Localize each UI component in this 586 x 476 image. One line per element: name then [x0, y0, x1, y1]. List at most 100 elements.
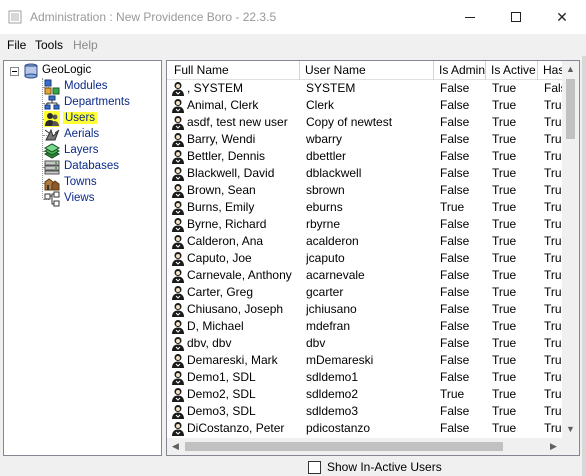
table-row[interactable]: Demo3, SDL sdldemo3 False True True: [167, 403, 562, 420]
table-row[interactable]: DiCostanzo, Peter pdicostanzo False True Tru…: [167, 420, 562, 437]
tree-item-users[interactable]: Users: [4, 111, 154, 127]
table-row[interactable]: , SYSTEM SYSTEM False True Fals: [167, 80, 562, 97]
cell-is-admin: False: [440, 217, 470, 231]
cell-has: True: [544, 319, 562, 333]
user-avatar-icon: [172, 354, 184, 368]
column-header-user-name[interactable]: User Name: [300, 61, 434, 80]
user-avatar-icon: [172, 201, 184, 215]
horizontal-scroll-thumb[interactable]: [185, 442, 503, 451]
user-avatar-icon: [172, 269, 184, 283]
cell-full-name: Demo3, SDL: [187, 404, 256, 418]
cell-has: True: [544, 115, 562, 129]
vertical-scroll-thumb[interactable]: [566, 79, 575, 139]
column-header-full-name[interactable]: Full Name: [169, 61, 300, 80]
cell-is-active: True: [492, 98, 517, 112]
cell-user-name: jcaputo: [306, 251, 345, 265]
collapse-toggle-icon[interactable]: [10, 67, 19, 76]
user-avatar-icon: [172, 252, 184, 266]
grid-header: Full Name User Name Is Admin Is Active H…: [167, 61, 578, 80]
menu-file[interactable]: File: [7, 38, 26, 52]
scroll-right-icon[interactable]: ▶: [545, 438, 562, 455]
cell-is-admin: True: [440, 387, 465, 401]
table-row[interactable]: asdf, test new user Copy of newtest False T…: [167, 114, 562, 131]
scroll-up-icon[interactable]: ▲: [562, 61, 579, 78]
tree-item-aerials[interactable]: Aerials: [4, 127, 154, 143]
table-row[interactable]: Carter, Greg gcarter False True True: [167, 284, 562, 301]
minimize-button[interactable]: [447, 0, 493, 34]
cell-is-active: True: [492, 353, 517, 367]
user-avatar-icon: [172, 82, 184, 96]
maximize-button[interactable]: [493, 0, 539, 34]
table-row[interactable]: Demareski, Mark mDemareski False True True: [167, 352, 562, 369]
title-bar: Administration : New Providence Boro - 2…: [0, 0, 586, 34]
grid-rows: , SYSTEM SYSTEM False True Fals Animal, Clerk…: [167, 80, 562, 437]
user-avatar-icon: [172, 99, 184, 113]
cell-full-name: Bettler, Dennis: [187, 149, 266, 163]
scroll-down-icon[interactable]: ▼: [562, 421, 579, 438]
table-row[interactable]: Animal, Clerk Clerk False True True: [167, 97, 562, 114]
horizontal-scrollbar[interactable]: ◀ ▶: [167, 438, 562, 455]
tree-item-modules[interactable]: Modules: [4, 79, 154, 95]
tree-item-layers[interactable]: Layers: [4, 143, 154, 159]
tree-item-label: Users: [63, 112, 98, 124]
cell-user-name: mdefran: [306, 319, 351, 333]
table-row[interactable]: Brown, Sean sbrown False True True: [167, 182, 562, 199]
table-row[interactable]: Caputo, Joe jcaputo False True True: [167, 250, 562, 267]
table-row[interactable]: Calderon, Ana acalderon False True True: [167, 233, 562, 250]
user-avatar-icon: [172, 405, 184, 419]
tree-item-label: Layers: [64, 144, 99, 156]
modules-icon: [44, 79, 60, 95]
table-row[interactable]: dbv, dbv dbv False True True: [167, 335, 562, 352]
cell-user-name: eburns: [306, 200, 343, 214]
menu-help[interactable]: Help: [73, 38, 98, 52]
table-row[interactable]: Bettler, Dennis dbettler False True True: [167, 148, 562, 165]
table-row[interactable]: Chiusano, Joseph jchiusano False True True: [167, 301, 562, 318]
cell-is-active: True: [492, 387, 517, 401]
cell-user-name: pdicostanzo: [306, 421, 371, 435]
cell-is-admin: False: [440, 166, 470, 180]
cell-is-admin: False: [440, 421, 470, 435]
tree-item-towns[interactable]: Towns: [4, 175, 154, 191]
tree-item-departments[interactable]: Departments: [4, 95, 154, 111]
column-header-is-active[interactable]: Is Active: [486, 61, 538, 80]
vertical-scrollbar[interactable]: ▲ ▼: [562, 61, 579, 438]
cell-is-active: True: [492, 370, 517, 384]
scroll-left-icon[interactable]: ◀: [167, 438, 184, 455]
cell-full-name: Carnevale, Anthony: [187, 268, 292, 282]
cell-is-admin: False: [440, 285, 470, 299]
cell-user-name: sbrown: [306, 183, 345, 197]
close-button[interactable]: ✕: [539, 0, 585, 34]
table-row[interactable]: Blackwell, David dblackwell False True True: [167, 165, 562, 182]
tree-item-views[interactable]: Views: [4, 191, 154, 207]
cell-user-name: rbyrne: [306, 217, 341, 231]
tree-item-label: Databases: [64, 160, 119, 172]
menu-tools[interactable]: Tools: [35, 38, 63, 52]
user-avatar-icon: [172, 388, 184, 402]
show-inactive-checkbox[interactable]: [308, 461, 321, 474]
table-row[interactable]: Barry, Wendi wbarry False True True: [167, 131, 562, 148]
scrollbar-corner: [562, 438, 579, 455]
table-row[interactable]: Byrne, Richard rbyrne False True True: [167, 216, 562, 233]
table-row[interactable]: Burns, Emily eburns True True True: [167, 199, 562, 216]
app-icon: [8, 10, 22, 24]
tree-root[interactable]: GeoLogic: [4, 63, 154, 79]
column-header-is-admin[interactable]: Is Admin: [434, 61, 486, 80]
table-row[interactable]: Demo1, SDL sdldemo1 False True True: [167, 369, 562, 386]
towns-icon: [44, 178, 60, 191]
table-row[interactable]: D, Michael mdefran False True True: [167, 318, 562, 335]
table-row[interactable]: Demo2, SDL sdldemo2 True True True: [167, 386, 562, 403]
table-row[interactable]: Carnevale, Anthony acarnevale False True Tru…: [167, 267, 562, 284]
tree-item-databases[interactable]: Databases: [4, 159, 154, 175]
cell-full-name: Demareski, Mark: [187, 353, 278, 367]
cell-has: True: [544, 421, 562, 435]
maximize-icon: [511, 12, 521, 22]
cell-has: True: [544, 387, 562, 401]
cell-user-name: acalderon: [306, 234, 359, 248]
cell-full-name: Demo2, SDL: [187, 387, 256, 401]
cell-full-name: Blackwell, David: [187, 166, 275, 180]
tree-item-label: Towns: [64, 176, 97, 188]
cell-user-name: acarnevale: [306, 268, 365, 282]
cell-has: True: [544, 404, 562, 418]
cell-user-name: dbettler: [306, 149, 347, 163]
cell-is-admin: False: [440, 149, 470, 163]
